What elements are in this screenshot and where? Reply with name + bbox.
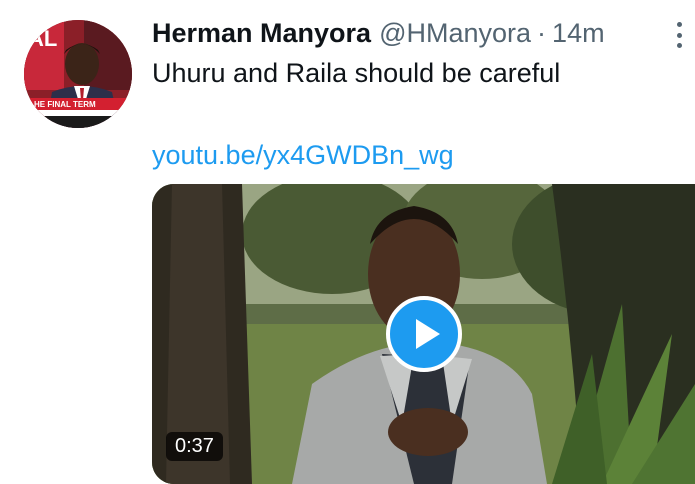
timestamp[interactable]: 14m (552, 18, 605, 49)
video-player[interactable]: 0:37 (152, 184, 695, 484)
avatar[interactable]: AL HE FINAL TERM (24, 20, 132, 128)
avatar-banner-text: HE FINAL TERM (34, 100, 96, 109)
more-dot (676, 32, 682, 38)
tweet[interactable]: AL HE FINAL TERM Herman Manyora @HManyor… (0, 0, 695, 484)
youtube-link[interactable]: youtu.be/yx4GWDBn_wg (152, 140, 454, 171)
more-dot (676, 43, 682, 48)
video-duration: 0:37 (166, 432, 223, 461)
avatar-top-text: AL (28, 26, 57, 51)
display-name[interactable]: Herman Manyora (152, 18, 371, 49)
user-handle[interactable]: @HManyora (379, 18, 531, 49)
tweet-header: Herman Manyora @HManyora · 14m (152, 18, 683, 52)
play-button[interactable] (386, 296, 462, 372)
separator: · (537, 18, 547, 48)
tweet-text: Uhuru and Raila should be careful (152, 58, 561, 88)
play-icon (415, 319, 440, 349)
more-dot (676, 22, 682, 27)
more-icon[interactable] (671, 22, 687, 48)
